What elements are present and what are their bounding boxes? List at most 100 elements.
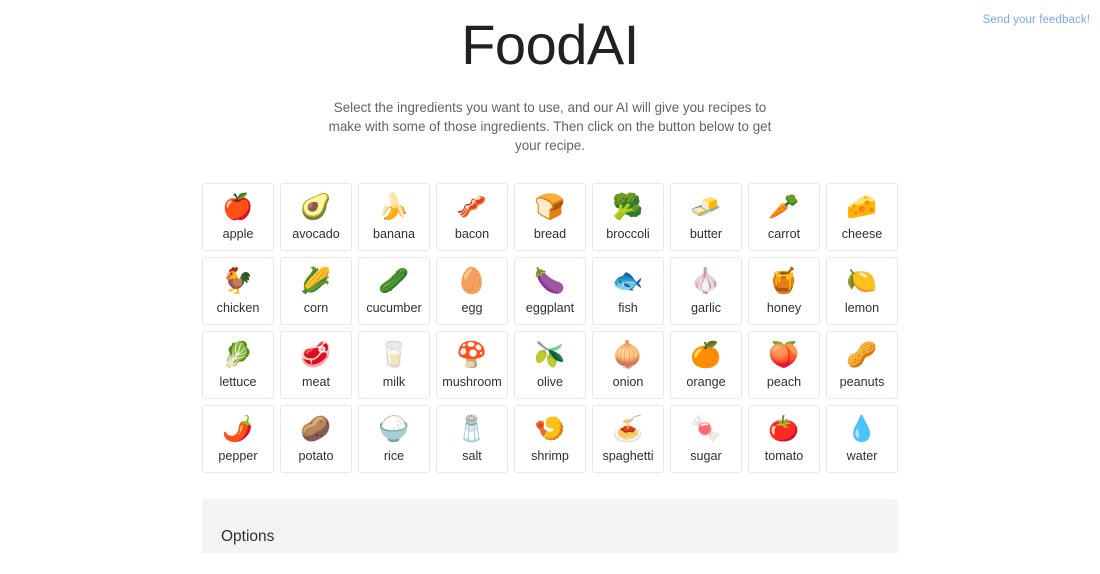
ingredient-card-orange[interactable]: 🍊 orange	[670, 330, 742, 399]
ingredient-label: orange	[686, 374, 726, 389]
eggplant-icon: 🍆	[534, 266, 566, 295]
ingredient-label: tomato	[764, 448, 804, 463]
milk-icon: 🥛	[378, 340, 410, 369]
ingredient-label: carrot	[767, 226, 801, 241]
ingredient-label: fish	[618, 300, 638, 315]
ingredient-card-peach[interactable]: 🍑 peach	[748, 330, 820, 399]
ingredient-card-cheese[interactable]: 🧀 cheese	[826, 182, 898, 251]
peanuts-icon: 🥜	[846, 340, 878, 369]
options-title: Options	[221, 527, 275, 545]
ingredient-label: avocado	[292, 226, 340, 241]
ingredient-card-spaghetti[interactable]: 🍝 spaghetti	[592, 404, 664, 473]
ingredient-card-tomato[interactable]: 🍅 tomato	[748, 404, 820, 473]
feedback-bar: Send your feedback!	[0, 0, 1100, 34]
egg-icon: 🥚	[456, 266, 488, 295]
ingredient-label: peach	[766, 374, 802, 389]
ingredient-card-bacon[interactable]: 🥓 bacon	[436, 182, 508, 251]
lemon-icon: 🍋	[846, 266, 878, 295]
ingredient-card-water[interactable]: 💧 water	[826, 404, 898, 473]
ingredient-label: apple	[222, 226, 254, 241]
ingredient-grid: 🍎 apple 🥑 avocado 🍌 banana 🥓 bacon 🍞 bread 🥦 brocco…	[202, 182, 898, 473]
chicken-icon: 🐓	[222, 266, 254, 295]
sugar-icon: 🍬	[690, 414, 722, 443]
avocado-icon: 🥑	[300, 192, 332, 221]
ingredient-card-milk[interactable]: 🥛 milk	[358, 330, 430, 399]
orange-icon: 🍊	[690, 340, 722, 369]
ingredient-card-butter[interactable]: 🧈 butter	[670, 182, 742, 251]
potato-icon: 🥔	[300, 414, 332, 443]
ingredient-card-meat[interactable]: 🥩 meat	[280, 330, 352, 399]
ingredient-card-banana[interactable]: 🍌 banana	[358, 182, 430, 251]
ingredient-card-pepper[interactable]: 🌶️ pepper	[202, 404, 274, 473]
options-panel: Options	[202, 498, 898, 553]
ingredient-card-lettuce[interactable]: 🥬 lettuce	[202, 330, 274, 399]
ingredient-card-fish[interactable]: 🐟 fish	[592, 256, 664, 325]
ingredient-label: sugar	[690, 448, 722, 463]
ingredient-label: bread	[533, 226, 567, 241]
ingredient-card-corn[interactable]: 🌽 corn	[280, 256, 352, 325]
ingredient-card-onion[interactable]: 🧅 onion	[592, 330, 664, 399]
ingredient-card-potato[interactable]: 🥔 potato	[280, 404, 352, 473]
ingredient-label: bacon	[454, 226, 490, 241]
bread-icon: 🍞	[534, 192, 566, 221]
ingredient-card-rice[interactable]: 🍚 rice	[358, 404, 430, 473]
peach-icon: 🍑	[768, 340, 800, 369]
ingredient-card-avocado[interactable]: 🥑 avocado	[280, 182, 352, 251]
ingredient-card-bread[interactable]: 🍞 bread	[514, 182, 586, 251]
cucumber-icon: 🥒	[378, 266, 410, 295]
shrimp-icon: 🍤	[534, 414, 566, 443]
ingredient-label: broccoli	[606, 226, 650, 241]
fish-icon: 🐟	[612, 266, 644, 295]
ingredient-card-salt[interactable]: 🧂 salt	[436, 404, 508, 473]
ingredient-card-peanuts[interactable]: 🥜 peanuts	[826, 330, 898, 399]
ingredient-card-olive[interactable]: 🫒 olive	[514, 330, 586, 399]
ingredient-label: cheese	[841, 226, 883, 241]
ingredient-card-cucumber[interactable]: 🥒 cucumber	[358, 256, 430, 325]
ingredient-card-carrot[interactable]: 🥕 carrot	[748, 182, 820, 251]
garlic-icon: 🧄	[690, 266, 722, 295]
ingredient-card-apple[interactable]: 🍎 apple	[202, 182, 274, 251]
ingredient-card-chicken[interactable]: 🐓 chicken	[202, 256, 274, 325]
ingredient-label: corn	[303, 300, 329, 315]
ingredient-label: milk	[382, 374, 406, 389]
ingredient-label: lemon	[844, 300, 880, 315]
page-subtitle: Select the ingredients you want to use, …	[328, 99, 772, 153]
ingredient-label: eggplant	[525, 300, 575, 315]
ingredient-label: shrimp	[531, 448, 569, 463]
ingredient-card-shrimp[interactable]: 🍤 shrimp	[514, 404, 586, 473]
salt-icon: 🧂	[456, 414, 488, 443]
ingredient-label: chicken	[216, 300, 260, 315]
mushroom-icon: 🍄	[456, 340, 488, 369]
ingredient-label: potato	[298, 448, 334, 463]
meat-icon: 🥩	[300, 340, 332, 369]
ingredient-label: pepper	[218, 448, 258, 463]
olive-icon: 🫒	[534, 340, 566, 369]
apple-icon: 🍎	[222, 192, 254, 221]
cheese-icon: 🧀	[846, 192, 878, 221]
ingredient-label: olive	[537, 374, 563, 389]
ingredient-label: butter	[689, 226, 723, 241]
bacon-icon: 🥓	[456, 192, 488, 221]
rice-icon: 🍚	[378, 414, 410, 443]
ingredient-card-broccoli[interactable]: 🥦 broccoli	[592, 182, 664, 251]
ingredient-label: spaghetti	[602, 448, 654, 463]
ingredient-card-mushroom[interactable]: 🍄 mushroom	[436, 330, 508, 399]
ingredient-label: meat	[302, 374, 330, 389]
ingredient-card-lemon[interactable]: 🍋 lemon	[826, 256, 898, 325]
water-icon: 💧	[846, 414, 878, 443]
ingredient-card-sugar[interactable]: 🍬 sugar	[670, 404, 742, 473]
ingredient-label: honey	[766, 300, 802, 315]
ingredient-card-garlic[interactable]: 🧄 garlic	[670, 256, 742, 325]
ingredient-card-egg[interactable]: 🥚 egg	[436, 256, 508, 325]
honey-icon: 🍯	[768, 266, 800, 295]
carrot-icon: 🥕	[768, 192, 800, 221]
ingredient-label: cucumber	[366, 300, 422, 315]
ingredient-card-honey[interactable]: 🍯 honey	[748, 256, 820, 325]
ingredient-label: peanuts	[839, 374, 885, 389]
onion-icon: 🧅	[612, 340, 644, 369]
corn-icon: 🌽	[300, 266, 332, 295]
lettuce-icon: 🥬	[222, 340, 254, 369]
ingredient-card-eggplant[interactable]: 🍆 eggplant	[514, 256, 586, 325]
send-feedback-link[interactable]: Send your feedback!	[983, 14, 1090, 26]
butter-icon: 🧈	[690, 192, 722, 221]
